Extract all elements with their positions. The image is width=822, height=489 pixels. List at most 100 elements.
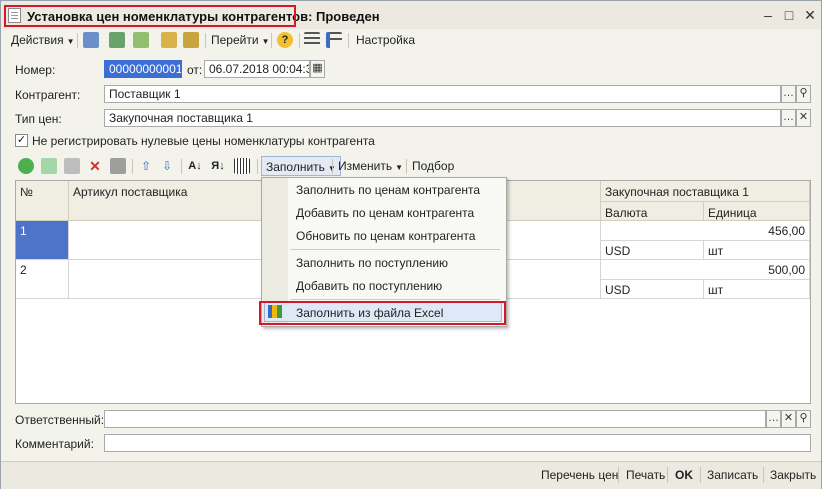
document-window: Установка цен номенклатуры контрагентов:… [0, 0, 822, 489]
table-row-number[interactable]: 1 [16, 221, 69, 260]
table-row-currency[interactable]: USD [601, 280, 704, 299]
column-header-currency[interactable]: Валюта [601, 202, 704, 221]
command-divider [618, 467, 619, 483]
select-ellipsis-icon[interactable]: … [766, 410, 781, 428]
ok-button[interactable]: OK [675, 468, 693, 482]
command-divider [667, 467, 668, 483]
toolbar-divider [257, 159, 258, 174]
number-label: Номер: [15, 63, 56, 77]
fill-menu-button[interactable]: Заполнить▼ [261, 156, 341, 176]
copy-row-icon[interactable] [41, 158, 57, 174]
column-header-number[interactable]: № [16, 181, 69, 221]
toolbar-divider [299, 33, 300, 48]
price-list-button[interactable]: Перечень цен [541, 468, 618, 482]
menu-item-fill-by-counterparty-prices[interactable]: Заполнить по ценам контрагента [296, 183, 480, 197]
counterparty-label: Контрагент: [15, 88, 81, 102]
counterparty-field[interactable]: Поставщик 1 [104, 85, 781, 103]
download-icon[interactable] [183, 32, 199, 48]
sort-descending-icon[interactable]: Я↓ [210, 158, 226, 174]
toolbar-divider [332, 159, 333, 174]
help-icon[interactable]: ? [277, 32, 293, 48]
date-label: от: [187, 63, 203, 77]
toolbar-divider [205, 33, 206, 48]
command-bar: Перечень цен Печать OK Записать Закрыть [1, 461, 821, 489]
close-icon[interactable]: ✕ [801, 6, 819, 24]
column-header-unit[interactable]: Единица [704, 202, 810, 221]
zero-prices-label: Не регистрировать нулевые цены номенклат… [32, 134, 375, 148]
chevron-down-icon: ▼ [66, 37, 75, 46]
save-button[interactable]: Записать [707, 468, 758, 482]
excel-item-highlight-frame [259, 301, 506, 325]
toolbar-divider [406, 159, 407, 174]
toolbar-divider [348, 33, 349, 48]
fill-label: Заполнить [266, 160, 325, 174]
clear-icon[interactable]: ✕ [781, 410, 796, 428]
date-field[interactable]: 06.07.2018 00:04:34 [204, 60, 310, 78]
responsible-field[interactable] [104, 410, 766, 428]
menu-separator [290, 249, 500, 250]
column-header-price-group[interactable]: Закупочная поставщика 1 [601, 181, 810, 202]
price-type-field[interactable]: Закупочная поставщика 1 [104, 109, 781, 127]
move-down-icon[interactable]: ⇩ [159, 158, 175, 174]
comment-field[interactable] [104, 434, 811, 452]
goto-label: Перейти [211, 33, 259, 47]
search-icon[interactable]: ⚲ [796, 410, 811, 428]
goto-menu-button[interactable]: Перейти ▼ [211, 32, 269, 48]
table-row-price[interactable]: 500,00 [601, 260, 810, 280]
table-row-currency[interactable]: USD [601, 241, 704, 260]
command-divider [763, 467, 764, 483]
menu-separator [290, 299, 500, 300]
main-toolbar: Действия ▼ Перейти ▼ ? Настройка [1, 29, 821, 51]
refresh-icon[interactable] [109, 32, 125, 48]
delete-row-icon[interactable]: ✕ [87, 158, 103, 174]
actions-menu-button[interactable]: Действия ▼ [11, 32, 75, 48]
price-type-label: Тип цен: [15, 112, 62, 126]
select-ellipsis-icon[interactable]: … [781, 85, 796, 103]
select-ellipsis-icon[interactable]: … [781, 109, 796, 127]
responsible-label: Ответственный: [15, 413, 105, 427]
menu-item-update-by-counterparty-prices[interactable]: Обновить по ценам контрагента [296, 229, 475, 243]
toolbar-divider [132, 159, 133, 174]
list-icon[interactable] [304, 32, 320, 48]
toolbar-divider [181, 159, 182, 174]
upload-icon[interactable] [161, 32, 177, 48]
menu-item-add-by-counterparty-prices[interactable]: Добавить по ценам контрагента [296, 206, 474, 220]
selection-button[interactable]: Подбор [412, 158, 454, 174]
change-label: Изменить [338, 159, 393, 173]
post-document-icon[interactable] [83, 32, 99, 48]
barcode-icon[interactable] [234, 158, 250, 174]
table-row-unit[interactable]: шт [704, 241, 810, 260]
toolbar-divider [77, 33, 78, 48]
zero-prices-checkbox[interactable]: ✓ [15, 134, 28, 147]
edit-row-icon[interactable] [64, 158, 80, 174]
comment-label: Комментарий: [15, 437, 94, 451]
end-edit-icon[interactable] [110, 158, 126, 174]
table-row-unit[interactable]: шт [704, 280, 810, 299]
clear-icon[interactable]: ✕ [796, 109, 811, 127]
command-divider [700, 467, 701, 483]
calendar-icon[interactable]: ▦ [310, 60, 325, 78]
minimize-icon[interactable]: – [759, 6, 777, 24]
menu-item-add-by-receipt[interactable]: Добавить по поступлению [296, 279, 442, 293]
number-field[interactable]: 00000000001 [104, 60, 182, 78]
copy-document-icon[interactable] [133, 32, 149, 48]
print-button[interactable]: Печать [626, 468, 665, 482]
move-up-icon[interactable]: ⇧ [138, 158, 154, 174]
chevron-down-icon: ▼ [261, 37, 270, 46]
table-row-number[interactable]: 2 [16, 260, 69, 299]
title-highlight-frame [4, 5, 296, 27]
table-row-price[interactable]: 456,00 [601, 221, 810, 241]
actions-label: Действия [11, 33, 64, 47]
chevron-down-icon: ▼ [395, 163, 404, 172]
settings-button[interactable]: Настройка [356, 32, 415, 48]
menu-item-fill-by-receipt[interactable]: Заполнить по поступлению [296, 256, 448, 270]
title-bar: Установка цен номенклатуры контрагентов:… [1, 1, 821, 30]
search-icon[interactable]: ⚲ [796, 85, 811, 103]
sort-ascending-icon[interactable]: A↓ [187, 158, 203, 174]
change-menu-button[interactable]: Изменить ▼ [338, 158, 403, 174]
close-button[interactable]: Закрыть [770, 468, 816, 482]
maximize-icon[interactable]: □ [780, 6, 798, 24]
toolbar-divider [271, 33, 272, 48]
add-row-icon[interactable] [18, 158, 34, 174]
structure-icon[interactable] [326, 32, 342, 48]
